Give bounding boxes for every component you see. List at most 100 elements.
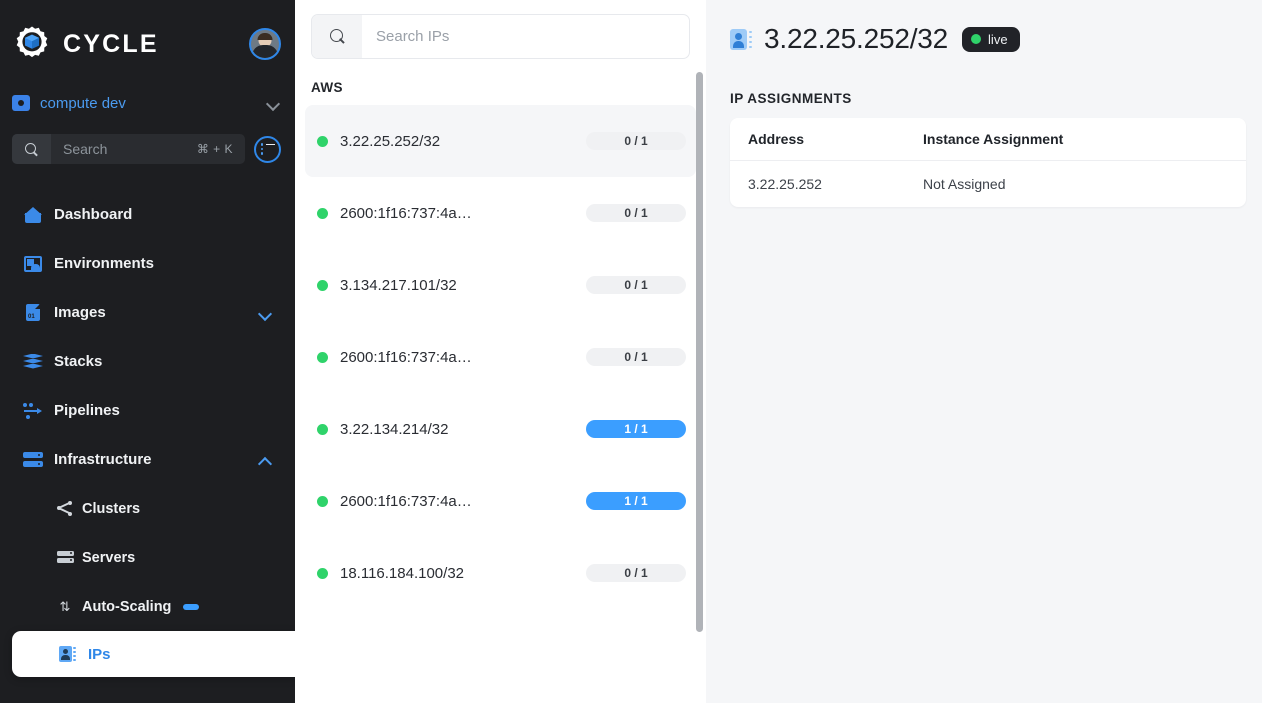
auto-scaling-icon: ⇅ <box>59 599 71 614</box>
ip-address: 3.134.217.101/32 <box>340 276 457 294</box>
assignment-badge: 1 / 1 <box>586 420 686 438</box>
sidebar-item-ips[interactable]: IPs <box>12 631 295 677</box>
status-dot-green <box>317 567 328 579</box>
sidebar-item-label: Auto-Scaling <box>82 598 172 615</box>
app-root: CYCLE compute dev Search ⌘ + K Dashboard… <box>0 0 1262 703</box>
list-view-icon[interactable] <box>254 135 281 163</box>
cell-instance-assignment: Not Assigned <box>923 176 1006 192</box>
project-folder-icon <box>12 95 30 111</box>
ip-list-panel: Search IPs AWS 3.22.25.252/32 0 / 1 2600… <box>295 0 706 703</box>
home-icon <box>22 206 44 223</box>
ip-group-header: AWS <box>311 80 343 95</box>
user-avatar[interactable] <box>249 28 281 60</box>
sidebar-item-label: Infrastructure <box>54 451 152 468</box>
assignment-badge: 0 / 1 <box>586 132 686 150</box>
search-ips-placeholder: Search IPs <box>376 28 450 45</box>
search-ips-input[interactable]: Search IPs <box>311 14 690 59</box>
sidebar-item-label: Clusters <box>82 500 141 517</box>
sidebar-item-pipelines[interactable]: Pipelines <box>0 386 295 435</box>
status-dot-green <box>317 495 328 507</box>
list-item[interactable]: 3.22.25.252/32 0 / 1 <box>305 105 696 177</box>
sidebar-item-label: Dashboard <box>54 206 133 223</box>
column-header-instance-assignment: Instance Assignment <box>923 131 1064 147</box>
sidebar-item-label: Environments <box>54 255 155 272</box>
avatar-hair <box>257 33 273 40</box>
brand-row: CYCLE <box>0 0 295 88</box>
pipelines-icon <box>22 402 44 419</box>
sidebar-item-clusters[interactable]: Clusters <box>0 484 295 533</box>
brand-title: CYCLE <box>63 29 159 58</box>
sidebar-item-infrastructure[interactable]: Infrastructure <box>0 435 295 484</box>
ip-address: 3.22.25.252/32 <box>340 132 441 150</box>
assignment-badge: 0 / 1 <box>586 348 686 366</box>
sidebar-item-label: Images <box>54 304 106 321</box>
avatar-body <box>252 45 278 58</box>
ip-address: 2600:1f16:737:4a… <box>340 204 472 222</box>
environments-icon <box>22 255 44 272</box>
servers-icon <box>56 550 74 565</box>
search-icon <box>12 134 51 164</box>
list-item[interactable]: 2600:1f16:737:4a… 1 / 1 <box>305 465 696 537</box>
ip-detail-panel: 3.22.25.252/32 live IP ASSIGNMENTS Addre… <box>706 0 1262 703</box>
project-selector[interactable]: compute dev <box>12 88 281 118</box>
list-item[interactable]: 3.134.217.101/32 0 / 1 <box>305 249 696 321</box>
status-dot-green <box>317 423 328 435</box>
assignment-badge: 0 / 1 <box>586 276 686 294</box>
list-item[interactable]: 3.22.134.214/32 1 / 1 <box>305 393 696 465</box>
sidebar-item-auto-scaling[interactable]: ⇅ Auto-Scaling <box>0 582 295 631</box>
table-header-row: Address Instance Assignment <box>730 118 1246 160</box>
stacks-icon <box>22 353 44 370</box>
project-name: compute dev <box>40 94 126 112</box>
sidebar-item-environments[interactable]: Environments <box>0 239 295 288</box>
ip-address: 2600:1f16:737:4a… <box>340 492 472 510</box>
assignment-badge: 1 / 1 <box>586 492 686 510</box>
page-title: 3.22.25.252/32 <box>764 23 949 54</box>
infrastructure-icon <box>22 451 44 468</box>
search-shortcut-hint: ⌘ + K <box>196 142 233 156</box>
ip-address: 2600:1f16:737:4a… <box>340 348 472 366</box>
status-dot-green <box>317 135 328 147</box>
sidebar-item-label: IPs <box>88 645 111 663</box>
table-row[interactable]: 3.22.25.252 Not Assigned <box>730 160 1246 207</box>
search-placeholder: Search <box>63 141 108 157</box>
status-dot-green <box>317 279 328 291</box>
ip-rows: 3.22.25.252/32 0 / 1 2600:1f16:737:4a… 0… <box>295 105 706 609</box>
sidebar-item-label: Servers <box>82 549 136 566</box>
chevron-up-icon[interactable] <box>259 453 273 467</box>
sidebar-item-label: Stacks <box>54 353 103 370</box>
detail-header: 3.22.25.252/32 live <box>730 18 1246 60</box>
images-icon <box>22 304 44 321</box>
ip-search-wrapper: Search IPs <box>295 0 706 59</box>
list-item[interactable]: 2600:1f16:737:4a… 0 / 1 <box>305 177 696 249</box>
cell-address: 3.22.25.252 <box>748 176 822 192</box>
ip-address: 18.116.184.100/32 <box>340 564 465 582</box>
search-icon <box>312 15 362 58</box>
chevron-down-icon[interactable] <box>267 96 281 110</box>
status-dot-green <box>971 34 982 44</box>
chevron-down-icon[interactable] <box>259 306 273 320</box>
list-item[interactable]: 18.116.184.100/32 0 / 1 <box>305 537 696 609</box>
sidebar-item-label: Pipelines <box>54 402 120 419</box>
column-header-address: Address <box>748 131 805 147</box>
beta-badge <box>183 603 200 610</box>
status-badge: live <box>962 26 1020 52</box>
ip-list-scrollbar[interactable] <box>696 72 703 632</box>
ip-assignments-heading: IP ASSIGNMENTS <box>730 91 852 106</box>
assignment-badge: 0 / 1 <box>586 564 686 582</box>
cycle-cube-gear-logo <box>12 24 52 64</box>
sidebar-item-servers[interactable]: Servers <box>0 533 295 582</box>
status-dot-green <box>317 351 328 363</box>
status-dot-green <box>317 207 328 219</box>
sidebar-nav: Dashboard Environments Images Stacks Pip… <box>0 190 295 677</box>
list-item[interactable]: 2600:1f16:737:4a… 0 / 1 <box>305 321 696 393</box>
search-input[interactable]: Search ⌘ + K <box>12 134 245 164</box>
status-badge-label: live <box>988 31 1008 47</box>
sidebar: CYCLE compute dev Search ⌘ + K Dashboard… <box>0 0 295 703</box>
clusters-icon <box>56 501 74 516</box>
ips-icon <box>56 646 78 662</box>
sidebar-search-row: Search ⌘ + K <box>12 134 281 164</box>
sidebar-item-stacks[interactable]: Stacks <box>0 337 295 386</box>
ip-assignments-table: Address Instance Assignment 3.22.25.252 … <box>730 118 1246 207</box>
sidebar-item-images[interactable]: Images <box>0 288 295 337</box>
sidebar-item-dashboard[interactable]: Dashboard <box>0 190 295 239</box>
